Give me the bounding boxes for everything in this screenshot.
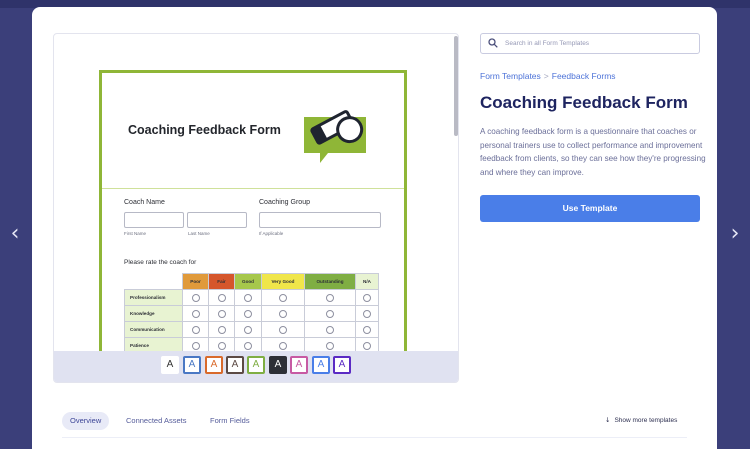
radio-option[interactable] [363,293,371,302]
template-search-input[interactable]: Search in all Form Templates [480,33,700,54]
first-name-sublabel: First Name [124,231,147,236]
theme-swatch-bar: A A A A A A A A A [54,351,458,382]
radio-option[interactable] [326,341,334,350]
arrow-down-icon: ↓ [605,416,611,424]
first-name-field[interactable] [124,212,184,228]
rating-question: Please rate the coach for [124,259,197,266]
radio-option[interactable] [191,309,200,318]
column-na: N/A [355,273,379,290]
tabs-divider [62,437,687,438]
whistle-icon [304,110,366,163]
radio-option[interactable] [279,341,287,350]
use-template-button[interactable]: Use Template [480,195,700,222]
coach-name-label: Coach Name [124,199,165,206]
preview-scrollbar[interactable] [454,36,458,136]
theme-swatch[interactable]: A [161,356,179,374]
breadcrumb-separator: > [543,71,549,81]
column-good: Good [234,273,262,290]
radio-option[interactable] [326,309,334,318]
matrix-corner [124,273,183,290]
radio-option[interactable] [279,309,287,318]
radio-option[interactable] [244,325,252,334]
theme-swatch[interactable]: A [226,356,244,374]
show-more-templates-link[interactable]: ↓ Show more templates [605,416,677,424]
radio-option[interactable] [217,309,226,318]
search-placeholder: Search in all Form Templates [505,40,590,47]
theme-swatch[interactable]: A [205,356,223,374]
coaching-group-field[interactable] [259,212,381,228]
theme-swatch[interactable]: A [333,356,351,374]
last-name-sublabel: Last Name [188,231,210,236]
breadcrumb: Form Templates > Feedback Forms [480,71,616,81]
matrix-row: Knowledge [124,305,379,322]
theme-swatch[interactable]: A [269,356,287,374]
page-title: Coaching Feedback Form [480,93,688,112]
form-preview-panel[interactable]: Coaching Feedback Form Coach Name Coachi… [53,33,459,383]
radio-option[interactable] [326,293,334,302]
radio-option[interactable] [363,309,371,318]
tab-form-fields[interactable]: Form Fields [202,412,258,430]
matrix-row: Professionalism [124,289,379,306]
column-very-good: Very Good [261,273,305,290]
search-icon [488,38,498,48]
matrix-row: Communication [124,321,379,338]
theme-swatch[interactable]: A [183,356,201,374]
theme-swatch[interactable]: A [290,356,308,374]
radio-option[interactable] [191,293,200,302]
form-preview-title: Coaching Feedback Form [128,123,281,137]
breadcrumb-form-templates[interactable]: Form Templates [480,71,541,81]
row-label: Communication [124,321,183,338]
radio-option[interactable] [279,293,287,302]
coaching-group-label: Coaching Group [259,199,310,206]
show-more-label: Show more templates [614,417,678,424]
rating-matrix: Poor Fair Good Very Good Outstanding N/A… [124,273,379,354]
radio-option[interactable] [363,325,371,334]
theme-swatch[interactable]: A [312,356,330,374]
radio-option[interactable] [279,325,287,334]
previous-arrow-icon[interactable]: ‹ [5,222,25,246]
template-card: Coaching Feedback Form Coach Name Coachi… [32,7,717,449]
radio-option[interactable] [191,325,200,334]
column-poor: Poor [182,273,209,290]
radio-option[interactable] [244,309,252,318]
radio-option[interactable] [363,341,371,350]
row-label: Professionalism [124,289,183,306]
breadcrumb-feedback-forms[interactable]: Feedback Forms [552,71,616,81]
tab-overview[interactable]: Overview [62,412,110,430]
radio-option[interactable] [217,341,226,350]
radio-option[interactable] [191,341,200,350]
template-description: A coaching feedback form is a questionna… [480,127,706,177]
last-name-field[interactable] [187,212,247,228]
column-outstanding: Outstanding [304,273,356,290]
radio-option[interactable] [244,293,252,302]
theme-swatch[interactable]: A [247,356,265,374]
row-label: Knowledge [124,305,183,322]
form-header: Coaching Feedback Form [102,73,404,189]
radio-option[interactable] [244,341,252,350]
form-document: Coaching Feedback Form Coach Name Coachi… [99,70,407,360]
radio-option[interactable] [217,293,226,302]
column-fair: Fair [208,273,235,290]
next-arrow-icon[interactable]: › [725,222,745,246]
radio-option[interactable] [217,325,226,334]
if-applicable-sublabel: If Applicable [259,231,284,236]
tab-connected-assets[interactable]: Connected Assets [118,412,194,430]
radio-option[interactable] [326,325,334,334]
